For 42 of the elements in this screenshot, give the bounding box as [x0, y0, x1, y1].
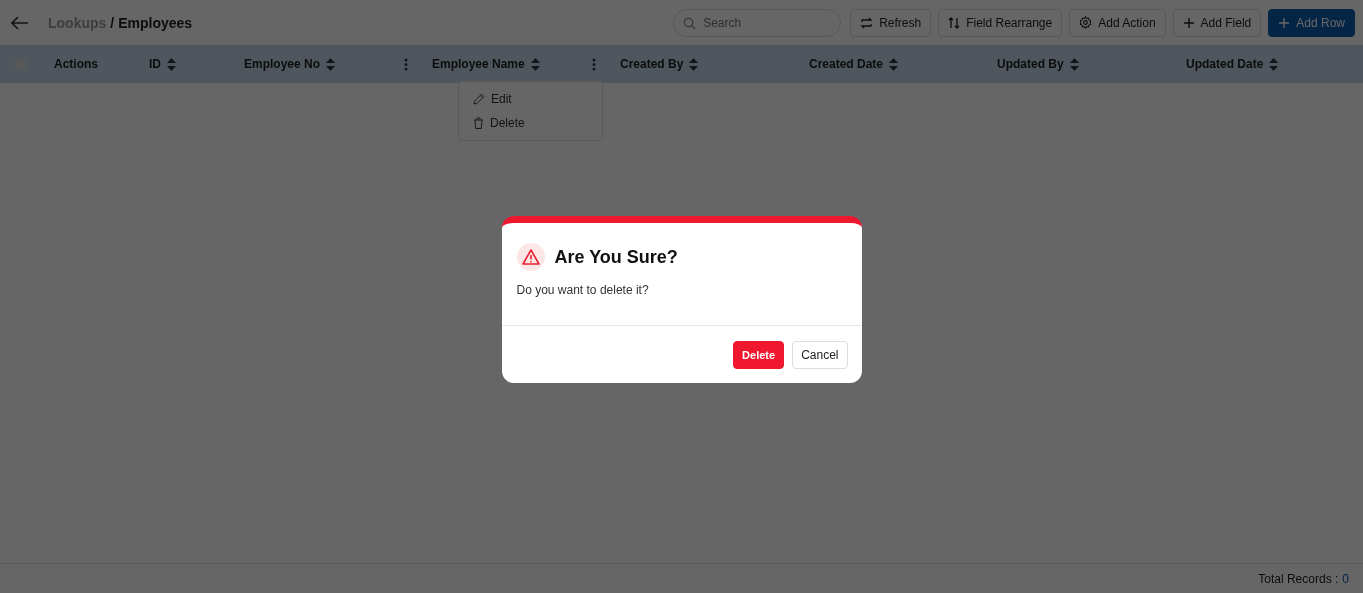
toolbar-button[interactable]: Refresh [850, 8, 932, 37]
cancel-button[interactable]: Cancel [792, 341, 848, 369]
toolbar-button[interactable]: Field Rearrange [938, 8, 1063, 37]
add-row-button[interactable]: Add Row [1268, 8, 1355, 37]
sort-icon[interactable] [1069, 57, 1079, 71]
plus-icon [1182, 16, 1195, 29]
sort-icon[interactable] [889, 57, 899, 71]
kebab-menu-icon[interactable] [592, 57, 596, 71]
column-header: Employee No [244, 57, 321, 71]
sort-icon[interactable] [167, 57, 176, 71]
column-header: Updated By [997, 57, 1064, 71]
menu-item[interactable]: Edit [459, 87, 602, 111]
column-header: Updated Date [1186, 57, 1264, 71]
column-header: Created By [620, 57, 684, 71]
dialog-title: Are You Sure? [554, 246, 678, 268]
warning-icon [516, 243, 545, 271]
gear-icon [1079, 16, 1093, 29]
breadcrumb-separator: / [110, 14, 115, 31]
column-header: Actions [54, 57, 98, 71]
toolbar-button[interactable]: Add Action [1069, 8, 1166, 37]
search-icon [683, 16, 697, 30]
column-header: ID [149, 57, 161, 71]
kebab-menu-icon[interactable] [404, 57, 408, 71]
sort-icon[interactable] [1269, 57, 1279, 71]
sort-arrows-icon [948, 16, 961, 29]
back-arrow-icon[interactable] [11, 15, 29, 30]
total-records-count: 0 [1342, 571, 1349, 586]
dialog-message: Do you want to delete it? [516, 283, 650, 297]
page-title: Employees [118, 14, 193, 31]
toolbar-button[interactable]: Add Field [1172, 8, 1262, 37]
column-header: Employee Name [432, 57, 525, 71]
delete-button[interactable]: Delete [733, 341, 785, 369]
trash-icon [473, 117, 484, 129]
column-header: Created Date [809, 57, 884, 71]
refresh-icon [860, 16, 874, 29]
pencil-icon [473, 93, 485, 105]
plus-icon [1278, 16, 1291, 29]
sort-icon[interactable] [689, 57, 699, 71]
sort-icon[interactable] [530, 57, 540, 71]
menu-item[interactable]: Delete [459, 111, 602, 135]
total-records-label: Total Records : [1258, 571, 1339, 586]
sort-icon[interactable] [326, 57, 336, 71]
